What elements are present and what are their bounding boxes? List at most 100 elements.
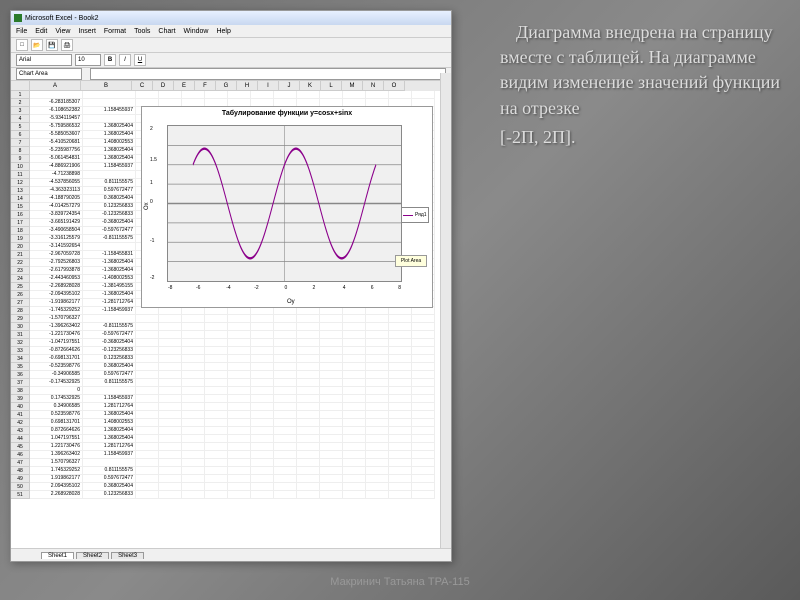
sheet-tab-3[interactable]: Sheet3 <box>111 552 144 559</box>
cell[interactable] <box>320 467 343 475</box>
cell[interactable] <box>159 451 182 459</box>
cell[interactable] <box>412 427 435 435</box>
cell[interactable]: 0.698131701 <box>30 419 83 427</box>
cell[interactable] <box>389 467 412 475</box>
cell[interactable] <box>297 91 320 99</box>
cell[interactable] <box>343 347 366 355</box>
cell[interactable] <box>274 363 297 371</box>
cell[interactable]: 1.570796327 <box>30 459 83 467</box>
cell[interactable] <box>412 307 435 315</box>
cell[interactable] <box>251 91 274 99</box>
row-header[interactable]: 19 <box>11 235 30 243</box>
cell[interactable] <box>343 419 366 427</box>
cell[interactable] <box>366 307 389 315</box>
cell[interactable] <box>320 435 343 443</box>
cell[interactable] <box>320 315 343 323</box>
cell[interactable]: 2.268928028 <box>30 491 83 499</box>
row-header[interactable]: 30 <box>11 323 30 331</box>
cell[interactable] <box>251 475 274 483</box>
cell[interactable] <box>159 355 182 363</box>
cell[interactable] <box>297 467 320 475</box>
cell[interactable]: -6.283185307 <box>30 99 83 107</box>
row-header[interactable]: 39 <box>11 395 30 403</box>
cell[interactable]: 1.368025404 <box>83 155 136 163</box>
cell[interactable] <box>251 411 274 419</box>
select-all-corner[interactable] <box>11 81 30 91</box>
cell[interactable] <box>274 379 297 387</box>
cell[interactable] <box>182 435 205 443</box>
cell[interactable] <box>228 323 251 331</box>
cell[interactable] <box>205 459 228 467</box>
cell[interactable] <box>182 307 205 315</box>
cell[interactable] <box>320 323 343 331</box>
row-header[interactable]: 22 <box>11 259 30 267</box>
cell[interactable] <box>251 331 274 339</box>
cell[interactable] <box>274 323 297 331</box>
cell[interactable] <box>205 379 228 387</box>
cell[interactable] <box>343 403 366 411</box>
cell[interactable] <box>136 467 159 475</box>
cell[interactable] <box>343 451 366 459</box>
cell[interactable]: -2.967059728 <box>30 251 83 259</box>
cell[interactable] <box>159 331 182 339</box>
cell[interactable] <box>136 355 159 363</box>
cell[interactable]: -5.585053607 <box>30 131 83 139</box>
cell[interactable] <box>320 395 343 403</box>
cell[interactable] <box>389 315 412 323</box>
col-header-n[interactable]: N <box>363 81 384 91</box>
cell[interactable] <box>228 307 251 315</box>
cell[interactable]: -3.665191429 <box>30 219 83 227</box>
cell[interactable] <box>412 475 435 483</box>
col-header-b[interactable]: B <box>81 81 132 91</box>
cell[interactable] <box>136 307 159 315</box>
row-header[interactable]: 34 <box>11 355 30 363</box>
cell[interactable]: 0.368025404 <box>83 195 136 203</box>
cell[interactable] <box>274 419 297 427</box>
cell[interactable] <box>159 347 182 355</box>
cell[interactable] <box>412 347 435 355</box>
cell[interactable]: -4.537856055 <box>30 179 83 187</box>
cell[interactable] <box>205 403 228 411</box>
cell[interactable]: -0.811155575 <box>83 323 136 331</box>
cell[interactable]: -1.745329252 <box>30 307 83 315</box>
cell[interactable] <box>159 419 182 427</box>
cell[interactable] <box>251 451 274 459</box>
cell[interactable] <box>159 443 182 451</box>
cell[interactable] <box>159 315 182 323</box>
cell[interactable] <box>320 475 343 483</box>
cell[interactable] <box>297 371 320 379</box>
cell[interactable]: -1.281712764 <box>83 299 136 307</box>
cell[interactable] <box>182 427 205 435</box>
cell[interactable] <box>274 491 297 499</box>
row-header[interactable]: 12 <box>11 179 30 187</box>
cell[interactable] <box>251 395 274 403</box>
cell[interactable] <box>412 379 435 387</box>
cell[interactable] <box>182 91 205 99</box>
cell[interactable] <box>274 395 297 403</box>
cell[interactable] <box>136 443 159 451</box>
cell[interactable] <box>182 323 205 331</box>
cell[interactable] <box>389 403 412 411</box>
cell[interactable] <box>366 363 389 371</box>
cell[interactable]: -3.316125579 <box>30 235 83 243</box>
vertical-scrollbar[interactable] <box>440 73 451 549</box>
row-header[interactable]: 26 <box>11 291 30 299</box>
col-header-d[interactable]: D <box>153 81 174 91</box>
cell[interactable]: 1.408002553 <box>83 419 136 427</box>
cell[interactable]: 0.872664626 <box>30 427 83 435</box>
cell[interactable] <box>251 419 274 427</box>
cell[interactable] <box>228 491 251 499</box>
cell[interactable] <box>343 459 366 467</box>
cell[interactable]: -1.221730476 <box>30 331 83 339</box>
cell[interactable] <box>136 387 159 395</box>
cell[interactable] <box>228 451 251 459</box>
cell[interactable]: -1.919862177 <box>30 299 83 307</box>
cell[interactable]: 0.811155575 <box>83 467 136 475</box>
cell[interactable] <box>205 435 228 443</box>
col-header-c[interactable]: C <box>132 81 153 91</box>
cell[interactable]: 1.919862177 <box>30 475 83 483</box>
row-header[interactable]: 41 <box>11 411 30 419</box>
cell[interactable] <box>228 411 251 419</box>
cell[interactable] <box>343 363 366 371</box>
cell[interactable] <box>297 491 320 499</box>
